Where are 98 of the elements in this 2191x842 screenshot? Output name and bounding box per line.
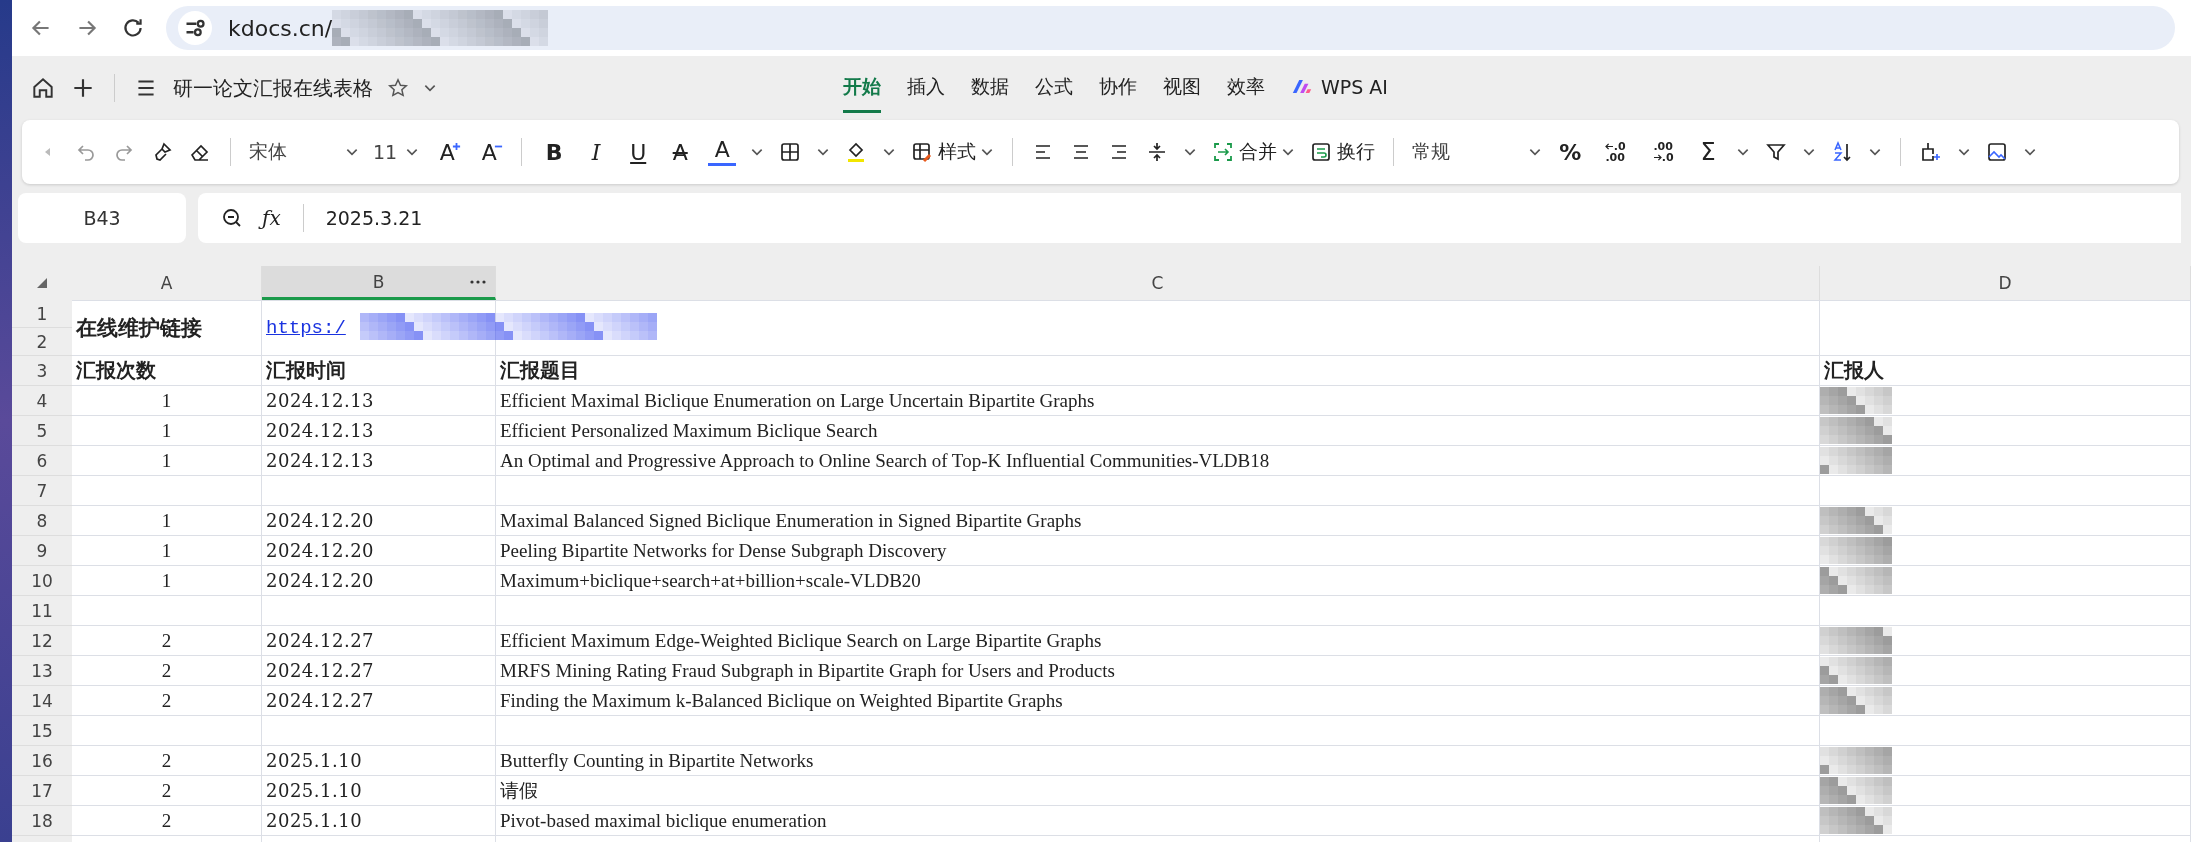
menu-tab[interactable]: 效率 xyxy=(1227,63,1265,113)
table-cell: 1 xyxy=(72,536,262,566)
ai-logo xyxy=(1291,78,1313,95)
menu-tab[interactable]: 数据 xyxy=(971,63,1009,113)
column-heading: 汇报题目 xyxy=(496,356,1820,386)
table-cell: Efficient Maximal Biclique Enumeration on Large Uncertain Bipartite Graphs xyxy=(496,386,1820,416)
row-number[interactable]: 6 xyxy=(12,446,72,476)
row-number[interactable]: 9 xyxy=(12,536,72,566)
row-number[interactable]: 17 xyxy=(12,776,72,806)
table-cell: Butterfly Counting in Bipartite Networks xyxy=(496,746,1820,776)
table-cell: 2024.12.20 xyxy=(262,566,496,596)
table-cell: 2 xyxy=(72,806,262,836)
address-bar[interactable]: kdocs.cn/ xyxy=(166,6,2175,50)
italic-button[interactable]: I xyxy=(582,139,611,165)
menu-tab[interactable]: WPS AI xyxy=(1291,65,1388,111)
number-format-dropdown[interactable]: 常规 xyxy=(1412,139,1543,165)
table-cell: 2025.1.10 xyxy=(262,806,496,836)
menu-tab[interactable]: 视图 xyxy=(1163,63,1201,113)
column-header[interactable]: D xyxy=(1820,266,2191,300)
underline-button[interactable]: U xyxy=(624,139,653,165)
row-number[interactable]: 18 xyxy=(12,806,72,836)
table-cell: 2 xyxy=(72,746,262,776)
column-heading: 汇报次数 xyxy=(72,356,262,386)
style-button[interactable]: 样式 xyxy=(910,139,995,165)
column-heading: 汇报人 xyxy=(1820,356,2191,386)
font-dropdown[interactable]: 宋体 xyxy=(249,139,359,165)
table-cell: Efficient Maximum Edge-Weighted Biclique Search on Large Bipartite Graphs xyxy=(496,626,1820,656)
table-cell: An Optimal and Progressive Approach to Online Search of Top-K Influential Communities-VLDB18 xyxy=(496,446,1820,476)
row-number[interactable]: 3 xyxy=(12,356,72,386)
row-number[interactable]: 14 xyxy=(12,686,72,716)
table-cell: Efficient Personalized Maximum Biclique Search xyxy=(496,416,1820,446)
table-cell: 2024.12.20 xyxy=(262,506,496,536)
star-icon[interactable] xyxy=(387,77,409,99)
document-title: 研一论文汇报在线表格 xyxy=(173,74,373,102)
table-cell: 2 xyxy=(72,776,262,806)
table-cell: 2024.12.27 xyxy=(262,656,496,686)
row-number[interactable]: 7 xyxy=(12,476,72,506)
menu-tab[interactable]: 协作 xyxy=(1099,63,1137,113)
column-header[interactable]: C xyxy=(496,266,1820,300)
site-settings-icon[interactable] xyxy=(178,11,212,45)
menu-tab[interactable]: 插入 xyxy=(907,63,945,113)
table-cell: 1 xyxy=(72,386,262,416)
sum-button[interactable]: Σ xyxy=(1694,138,1723,166)
table-cell: 2024.12.13 xyxy=(262,446,496,476)
arrow-right-icon xyxy=(1652,154,1662,161)
row-number[interactable]: 15 xyxy=(12,716,72,746)
table-cell: 请假 xyxy=(496,776,1820,806)
strikethrough-button[interactable]: A xyxy=(666,139,695,165)
merge-button[interactable]: 合并 xyxy=(1211,139,1296,165)
table-cell: Maximal Balanced Signed Biclique Enumeration in Signed Bipartite Graphs xyxy=(496,506,1820,536)
table-cell: 1 xyxy=(72,566,262,596)
table-cell: 2025.1.10 xyxy=(262,776,496,806)
table-cell: Peeling Bipartite Networks for Dense Subgraph Discovery xyxy=(496,536,1820,566)
wrap-text-button[interactable]: 换行 xyxy=(1309,139,1376,165)
table-cell: Pivot-based maximal biclique enumeration xyxy=(496,806,1820,836)
row-number[interactable]: 13 xyxy=(12,656,72,686)
table-cell: 1 xyxy=(72,416,262,446)
menu-tab[interactable]: 开始 xyxy=(843,63,881,113)
row-number[interactable]: 16 xyxy=(12,746,72,776)
table-cell: 1 xyxy=(72,506,262,536)
home-icon[interactable] xyxy=(30,75,56,101)
row-number[interactable]: 5 xyxy=(12,416,72,446)
table-cell: 在线维护链接 xyxy=(72,300,262,356)
table-cell: 2 xyxy=(72,656,262,686)
row-number[interactable]: 10 xyxy=(12,566,72,596)
percent-button[interactable]: % xyxy=(1556,139,1585,165)
menu-tab[interactable]: 公式 xyxy=(1035,63,1073,113)
increase-decimal-button[interactable]: .0 .00 xyxy=(1598,141,1633,163)
bold-button[interactable]: B xyxy=(540,139,569,165)
table-cell: 2 xyxy=(72,686,262,716)
column-header[interactable]: B xyxy=(262,266,496,300)
font-size-dropdown[interactable]: 11 xyxy=(373,141,420,163)
table-cell: 2024.12.13 xyxy=(262,386,496,416)
row-number[interactable]: 12 xyxy=(12,626,72,656)
column-header[interactable]: A xyxy=(72,266,262,300)
table-cell: 2024.12.27 xyxy=(262,686,496,716)
link[interactable]: https:/ xyxy=(266,317,346,339)
row-number[interactable]: 4 xyxy=(12,386,72,416)
row-number[interactable]: 11 xyxy=(12,596,72,626)
decrease-decimal-button[interactable]: .00 .0 xyxy=(1646,141,1681,163)
cell-name-box[interactable]: B43 xyxy=(18,193,186,243)
table-cell: MRFS Mining Rating Fraud Subgraph in Bipartite Graph for Users and Products xyxy=(496,656,1820,686)
table-cell: 2024.12.20 xyxy=(262,536,496,566)
column-heading: 汇报时间 xyxy=(262,356,496,386)
table-cell: Maximum+biclique+search+at+billion+scale-VLDB20 xyxy=(496,566,1820,596)
increase-font-button[interactable]: A xyxy=(433,139,462,165)
table-cell: 1 xyxy=(72,446,262,476)
decrease-font-button[interactable]: A xyxy=(475,139,504,165)
arrow-left-icon xyxy=(1604,143,1614,150)
table-cell: 2 xyxy=(72,626,262,656)
formula-field[interactable]: ƒx 2025.3.21 xyxy=(198,193,2181,243)
table-cell: 2024.12.27 xyxy=(262,626,496,656)
table-cell: 2025.1.10 xyxy=(262,746,496,776)
table-cell: Finding the Maximum k-Balanced Biclique on Weighted Bipartite Graphs xyxy=(496,686,1820,716)
table-cell: 2024.12.13 xyxy=(262,416,496,446)
row-number[interactable]: 8 xyxy=(12,506,72,536)
font-color-button[interactable]: A xyxy=(708,138,737,166)
more-icon[interactable] xyxy=(469,278,487,285)
